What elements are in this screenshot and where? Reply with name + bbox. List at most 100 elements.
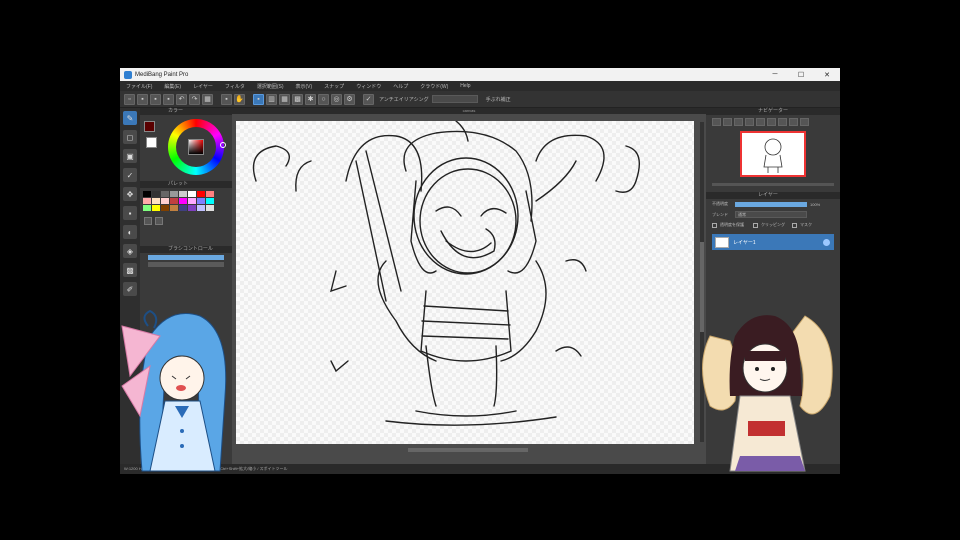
maximize-button[interactable]: ☐	[788, 68, 814, 81]
snap-cross-icon[interactable]: ▦	[279, 93, 290, 105]
palette-swatch[interactable]	[206, 198, 214, 204]
open-file-icon[interactable]: ▪	[137, 93, 148, 105]
snap-vanish-icon[interactable]: ▩	[292, 93, 303, 105]
palette-swatch[interactable]	[179, 191, 187, 197]
snap-radial-icon[interactable]: ✱	[305, 93, 316, 105]
stabilizer-label: 手ぶれ補正	[485, 96, 511, 103]
palette-swatch[interactable]	[206, 191, 214, 197]
menu-layer[interactable]: レイヤー	[193, 83, 213, 90]
menu-window[interactable]: ウィンドウ	[356, 83, 381, 90]
snap-off-icon[interactable]: ▪	[253, 93, 264, 105]
palette-swatch[interactable]	[152, 205, 160, 211]
actual-size-icon[interactable]	[745, 118, 754, 126]
palette-swatch[interactable]	[197, 205, 205, 211]
menu-filter[interactable]: フィルタ	[225, 83, 245, 90]
blend-mode-select[interactable]: 通常	[735, 211, 807, 218]
correction-field[interactable]	[431, 95, 478, 103]
layer-item[interactable]: レイヤー1	[712, 234, 834, 250]
minimize-button[interactable]: ─	[762, 68, 788, 81]
save-icon[interactable]: ▪	[150, 93, 161, 105]
palette-swatch[interactable]	[143, 191, 151, 197]
zoom-out-icon[interactable]	[723, 118, 732, 126]
canvas-horizontal-scrollbar[interactable]	[408, 448, 528, 452]
palette-swatch[interactable]	[143, 198, 151, 204]
canvas-tab[interactable]: canvas	[232, 108, 706, 114]
opacity-slider[interactable]	[735, 201, 807, 207]
palette-swatch[interactable]	[197, 198, 205, 204]
palette-swatch[interactable]	[170, 205, 178, 211]
layer-visibility-icon[interactable]	[823, 238, 830, 246]
new-file-icon[interactable]: ▫	[124, 93, 135, 105]
palette-swatch[interactable]	[188, 205, 196, 211]
foreground-color-swatch[interactable]	[144, 121, 155, 132]
rotate-right-icon[interactable]	[767, 118, 776, 126]
dot-tool-icon[interactable]: ▣	[123, 149, 137, 163]
menu-view[interactable]: 表示(V)	[296, 83, 313, 90]
menu-snap[interactable]: スナップ	[324, 83, 344, 90]
drawing-canvas[interactable]	[236, 120, 694, 444]
palette-swatch[interactable]	[188, 198, 196, 204]
move-tool-icon[interactable]: ✥	[123, 187, 137, 201]
palette-swatch[interactable]	[161, 191, 169, 197]
menu-help[interactable]: ヘルプ	[393, 83, 408, 90]
text-tool-icon[interactable]: ▩	[123, 263, 137, 277]
hand-icon[interactable]: ✋	[234, 93, 245, 105]
menu-cloud[interactable]: クラウド(W)	[420, 83, 448, 90]
bucket-tool-icon[interactable]: ◈	[123, 244, 137, 258]
palette-swatch[interactable]	[188, 191, 196, 197]
palette-swatch[interactable]	[143, 205, 151, 211]
color-wheel[interactable]	[168, 119, 224, 175]
palette-swatch[interactable]	[170, 198, 178, 204]
snap-circle-icon[interactable]: ○	[318, 93, 329, 105]
cloud-icon[interactable]: ▪	[163, 93, 174, 105]
hue-knob[interactable]	[220, 142, 226, 148]
navigator-zoom-slider[interactable]	[712, 183, 834, 186]
navigator-preview[interactable]	[740, 131, 806, 177]
transform-icon[interactable]: ▪	[221, 93, 232, 105]
palette-delete-icon[interactable]	[155, 217, 163, 225]
gradient-tool-icon[interactable]: ◐	[123, 225, 137, 239]
select-tool-icon[interactable]: ✓	[123, 168, 137, 182]
palette-swatch[interactable]	[170, 191, 178, 197]
saturation-square[interactable]	[188, 139, 204, 155]
fill-tool-icon[interactable]: ▪	[123, 206, 137, 220]
snap-curve-icon[interactable]: ◎	[331, 93, 342, 105]
snap-parallel-icon[interactable]: ▥	[266, 93, 277, 105]
flip-icon[interactable]	[789, 118, 798, 126]
protect-alpha-checkbox[interactable]	[712, 222, 717, 228]
grid-icon[interactable]: ▦	[202, 93, 213, 105]
fit-icon[interactable]	[734, 118, 743, 126]
palette-swatch[interactable]	[152, 198, 160, 204]
menu-edit[interactable]: 編集(E)	[164, 83, 181, 90]
brush-opacity-slider[interactable]	[148, 262, 224, 267]
window-title: MediBang Paint Pro	[135, 71, 189, 78]
palette-add-icon[interactable]	[144, 217, 152, 225]
eyedropper-tool-icon[interactable]: ✐	[123, 282, 137, 296]
menu-help-en[interactable]: Help	[460, 83, 470, 89]
palette-swatch[interactable]	[161, 205, 169, 211]
palette-swatch[interactable]	[161, 198, 169, 204]
snap-settings-icon[interactable]: ⚙	[344, 93, 355, 105]
palette-swatch[interactable]	[197, 191, 205, 197]
antialias-checkbox[interactable]: ✓	[363, 93, 374, 105]
rotate-reset-icon[interactable]	[778, 118, 787, 126]
close-button[interactable]: ✕	[814, 68, 840, 81]
palette-swatch[interactable]	[179, 205, 187, 211]
brush-tool-icon[interactable]: ✎	[123, 111, 137, 125]
rotate-left-icon[interactable]	[756, 118, 765, 126]
menu-select[interactable]: 選択範囲(S)	[257, 83, 284, 90]
zoom-in-icon[interactable]	[712, 118, 721, 126]
antialias-label: アンチエイリアシング	[379, 96, 429, 103]
background-color-swatch[interactable]	[146, 137, 157, 148]
clipping-checkbox[interactable]	[753, 222, 758, 228]
brush-size-slider[interactable]	[148, 255, 224, 260]
nav-settings-icon[interactable]	[800, 118, 809, 126]
eraser-tool-icon[interactable]: ◻	[123, 130, 137, 144]
palette-swatch[interactable]	[179, 198, 187, 204]
palette-swatch[interactable]	[206, 205, 214, 211]
menu-file[interactable]: ファイル(F)	[126, 83, 152, 90]
mask-checkbox[interactable]	[792, 222, 797, 228]
palette-swatch[interactable]	[152, 191, 160, 197]
undo-icon[interactable]: ↶	[176, 93, 187, 105]
redo-icon[interactable]: ↷	[189, 93, 200, 105]
